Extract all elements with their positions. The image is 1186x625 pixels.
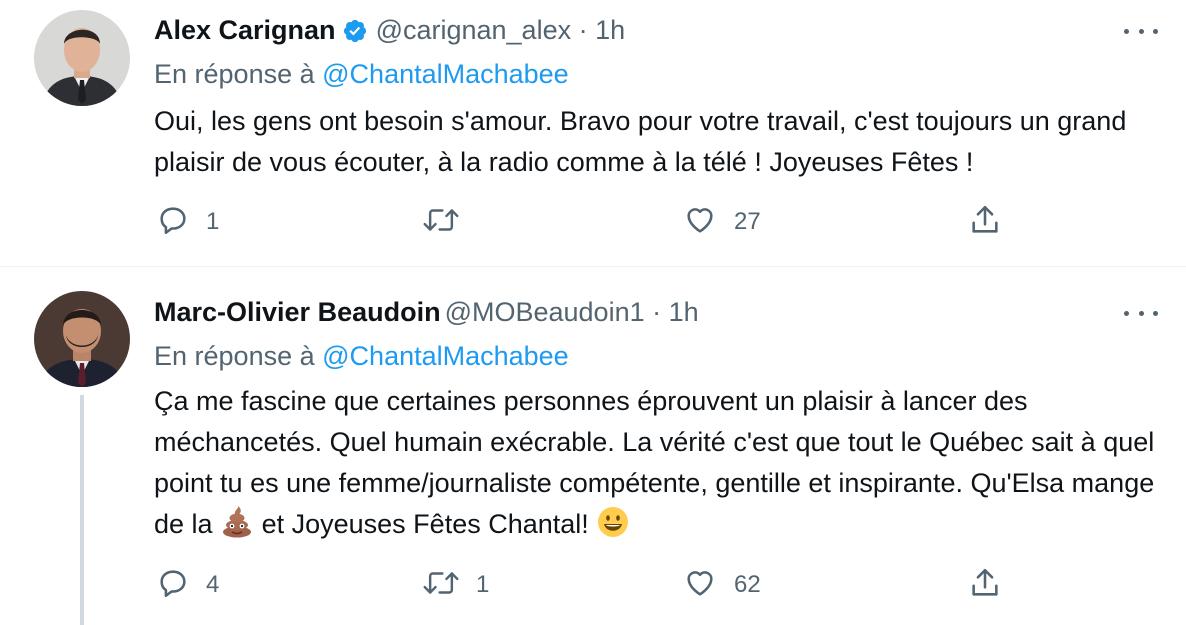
reply-button[interactable]: 4 bbox=[156, 567, 219, 603]
grinning-face-emoji bbox=[596, 505, 630, 551]
tweet-actions: 4 1 62 bbox=[156, 567, 1006, 603]
reply-button[interactable]: 1 bbox=[156, 204, 219, 240]
tweet-text: Oui, les gens ont besoin s'amour. Bravo … bbox=[154, 106, 1127, 177]
heart-icon bbox=[682, 203, 718, 242]
tweet-alex-carignan[interactable]: Alex Carignan @carignan_alex · 1h En répo… bbox=[0, 0, 1186, 267]
reply-count: 4 bbox=[206, 571, 220, 598]
tweet-header: Marc-Olivier Beaudoin @MOBeaudoin1 · 1h bbox=[154, 295, 699, 329]
tweet-text: Ça me fascine que certaines personnes ép… bbox=[154, 381, 1164, 551]
retweet-button[interactable]: 1 bbox=[422, 567, 489, 603]
reply-to-line: En réponse à @ChantalMachabee bbox=[154, 339, 569, 373]
retweet-count: 1 bbox=[476, 571, 490, 598]
author-name[interactable]: Alex Carignan bbox=[154, 15, 336, 45]
share-button[interactable] bbox=[968, 567, 1002, 603]
more-dots-icon[interactable] bbox=[1124, 303, 1158, 323]
reply-bubble-icon bbox=[156, 566, 190, 605]
share-upload-icon bbox=[968, 566, 1002, 605]
reply-to-line: En réponse à @ChantalMachabee bbox=[154, 57, 569, 91]
retweet-icon bbox=[422, 203, 460, 242]
like-count: 62 bbox=[734, 571, 761, 598]
heart-icon bbox=[682, 566, 718, 605]
tweet-time[interactable]: 1h bbox=[595, 15, 625, 45]
thread-line bbox=[80, 395, 84, 625]
like-count: 27 bbox=[734, 208, 761, 235]
retweet-icon bbox=[422, 566, 460, 605]
pile-of-poo-emoji bbox=[220, 505, 254, 551]
separator-dot: · bbox=[578, 15, 588, 45]
tweet-time[interactable]: 1h bbox=[669, 297, 699, 327]
tweet-header: Alex Carignan @carignan_alex · 1h bbox=[154, 13, 625, 52]
reply-to-link[interactable]: @ChantalMachabee bbox=[322, 341, 569, 371]
tweet-text-part2: et Joyeuses Fêtes Chantal! bbox=[261, 509, 589, 539]
reply-to-link[interactable]: @ChantalMachabee bbox=[322, 59, 569, 89]
reply-count: 1 bbox=[206, 208, 220, 235]
share-button[interactable] bbox=[968, 204, 1002, 240]
author-name[interactable]: Marc-Olivier Beaudoin bbox=[154, 297, 441, 327]
author-handle[interactable]: @MOBeaudoin1 bbox=[445, 297, 645, 327]
reply-bubble-icon bbox=[156, 203, 190, 242]
tweet-actions: 1 27 bbox=[156, 204, 1006, 240]
avatar[interactable] bbox=[34, 291, 130, 387]
verified-badge-icon bbox=[342, 18, 368, 52]
reply-prefix: En réponse à bbox=[154, 59, 315, 89]
tweet-marc-olivier-beaudoin[interactable]: Marc-Olivier Beaudoin @MOBeaudoin1 · 1h E… bbox=[0, 267, 1186, 625]
share-upload-icon bbox=[968, 203, 1002, 242]
reply-prefix: En réponse à bbox=[154, 341, 315, 371]
avatar[interactable] bbox=[34, 10, 130, 106]
more-dots-icon[interactable] bbox=[1124, 21, 1158, 41]
author-handle[interactable]: @carignan_alex bbox=[376, 15, 572, 45]
like-button[interactable]: 27 bbox=[682, 204, 761, 240]
like-button[interactable]: 62 bbox=[682, 567, 761, 603]
separator-dot: · bbox=[652, 297, 662, 327]
retweet-button[interactable] bbox=[422, 204, 476, 240]
